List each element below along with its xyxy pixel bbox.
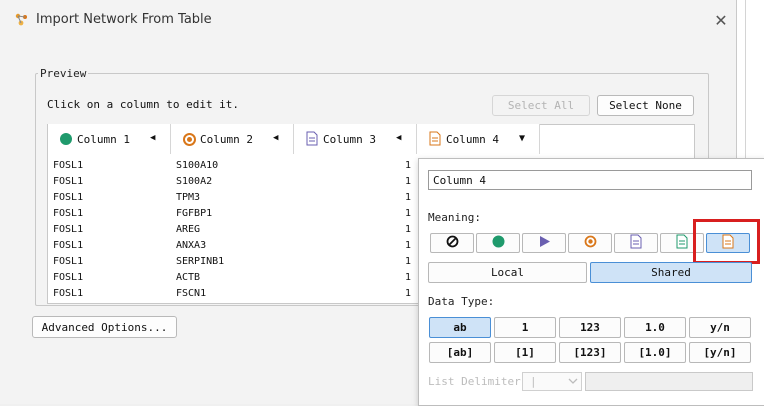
data-type-string-list-button[interactable]: [ab] xyxy=(429,342,491,363)
chevron-down-icon xyxy=(568,376,578,389)
column-label: Column 4 xyxy=(446,133,499,146)
data-type-long-list-button[interactable]: [123] xyxy=(559,342,621,363)
meaning-source-attribute-button[interactable] xyxy=(614,233,658,253)
preview-hint: Click on a column to edit it. xyxy=(47,98,240,111)
list-delimiter-label: List Delimiter: xyxy=(428,375,528,388)
select-none-button[interactable]: Select None xyxy=(597,95,694,116)
table-cell: 1 xyxy=(405,272,412,283)
meaning-label: Meaning: xyxy=(428,211,481,224)
column-header-3[interactable]: Column 3 ◀ xyxy=(294,124,417,154)
list-delimiter-field[interactable] xyxy=(585,372,753,391)
table-cell: FOSL1 xyxy=(53,160,84,171)
table-cell: FOSL1 xyxy=(53,272,84,283)
target-attribute-icon xyxy=(676,234,688,252)
source-node-icon xyxy=(492,235,505,251)
window-title: Import Network From Table xyxy=(36,12,212,27)
close-button[interactable]: ✕ xyxy=(710,10,732,32)
edge-attribute-icon xyxy=(429,131,441,149)
table-cell: FGFBP1 xyxy=(176,208,213,219)
column-label: Column 1 xyxy=(77,133,130,146)
column-header-1[interactable]: Column 1 ◀ xyxy=(48,124,171,154)
table-cell: S100A10 xyxy=(176,160,219,171)
table-cell: 1 xyxy=(405,240,412,251)
advanced-options-button[interactable]: Advanced Options... xyxy=(32,316,177,338)
table-cell: 1 xyxy=(405,224,412,235)
table-cell: 1 xyxy=(405,192,412,203)
table-cell: ACTB xyxy=(176,272,201,283)
data-type-integer-button[interactable]: 1 xyxy=(494,317,556,338)
data-type-double-button[interactable]: 1.0 xyxy=(624,317,686,338)
caret-left-icon[interactable]: ◀ xyxy=(150,133,155,143)
data-type-boolean-list-button[interactable]: [y/n] xyxy=(689,342,751,363)
target-node-icon xyxy=(183,133,196,146)
data-type-integer-list-button[interactable]: [1] xyxy=(494,342,556,363)
column-label: Column 3 xyxy=(323,133,376,146)
caret-left-icon[interactable]: ◀ xyxy=(273,133,278,143)
target-node-icon xyxy=(584,235,597,251)
table-cell: FOSL1 xyxy=(53,256,84,267)
data-type-double-list-button[interactable]: [1.0] xyxy=(624,342,686,363)
title-bar: Import Network From Table ✕ xyxy=(0,0,736,40)
highlight-annotation xyxy=(693,219,760,264)
table-cell: FOSL1 xyxy=(53,224,84,235)
table-cell: FOSL1 xyxy=(53,288,84,299)
data-type-string-button[interactable]: ab xyxy=(429,317,491,338)
column-header-4[interactable]: Column 4 ▼ xyxy=(417,124,540,154)
table-cell: 1 xyxy=(405,256,412,267)
caret-down-icon[interactable]: ▼ xyxy=(519,133,525,144)
data-type-boolean-button[interactable]: y/n xyxy=(689,317,751,338)
meaning-target-node-button[interactable] xyxy=(568,233,612,253)
local-toggle[interactable]: Local xyxy=(428,262,587,283)
preview-legend: Preview xyxy=(38,67,89,80)
table-cell: FSCN1 xyxy=(176,288,207,299)
source-attribute-icon xyxy=(630,234,642,252)
source-attribute-icon xyxy=(306,131,318,149)
select-all-button[interactable]: Select All xyxy=(492,95,590,116)
table-cell: S100A2 xyxy=(176,176,213,187)
table-cell: AREG xyxy=(176,224,201,235)
meaning-none-button[interactable] xyxy=(430,233,474,253)
table-cell: 1 xyxy=(405,176,412,187)
caret-left-icon[interactable]: ◀ xyxy=(396,133,401,143)
data-type-label: Data Type: xyxy=(428,295,495,308)
meaning-interaction-button[interactable] xyxy=(522,233,566,253)
table-cell: FOSL1 xyxy=(53,240,84,251)
interaction-icon xyxy=(538,235,551,251)
column-header-2[interactable]: Column 2 ◀ xyxy=(171,124,294,154)
table-cell: 1 xyxy=(405,160,412,171)
table-cell: FOSL1 xyxy=(53,176,84,187)
none-icon xyxy=(446,235,459,251)
list-delimiter-value: | xyxy=(530,375,537,388)
table-cell: TPM3 xyxy=(176,192,201,203)
table-cell: FOSL1 xyxy=(53,192,84,203)
table-cell: FOSL1 xyxy=(53,208,84,219)
shared-toggle[interactable]: Shared xyxy=(590,262,752,283)
meaning-source-node-button[interactable] xyxy=(476,233,520,253)
list-delimiter-select[interactable]: | xyxy=(522,372,582,391)
table-cell: 1 xyxy=(405,288,412,299)
column-label: Column 2 xyxy=(200,133,253,146)
source-node-icon xyxy=(60,133,72,145)
table-cell: 1 xyxy=(405,208,412,219)
table-cell: SERPINB1 xyxy=(176,256,225,267)
data-type-long-button[interactable]: 123 xyxy=(559,317,621,338)
cytoscape-app-icon xyxy=(14,12,30,28)
column-name-field[interactable]: Column 4 xyxy=(428,170,752,190)
table-cell: ANXA3 xyxy=(176,240,207,251)
